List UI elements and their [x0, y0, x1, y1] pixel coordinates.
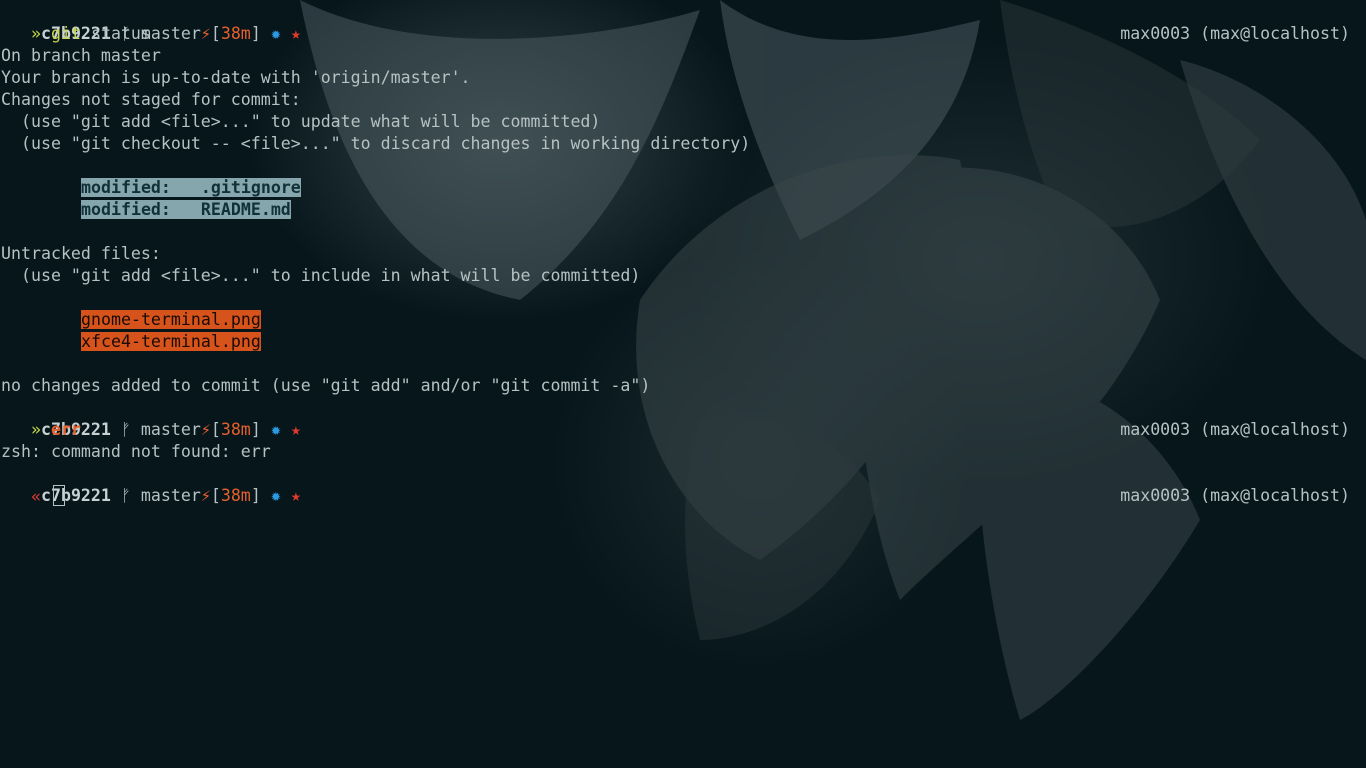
age-open-bracket: [ [210, 24, 221, 43]
dirty-indicator-icon: ✹ [270, 420, 281, 439]
star-icon: ★ [290, 24, 301, 43]
modified-file-label: modified: README.md [81, 200, 291, 219]
age-close-bracket: ] [250, 486, 261, 505]
untracked-hint: (use "git add <file>..." to include in w… [1, 266, 641, 285]
star-icon: ★ [290, 420, 301, 439]
command-name: err [50, 420, 81, 439]
output-line: On branch master [1, 46, 161, 65]
modified-file: modified: README.md [81, 199, 291, 221]
untracked-file-label: gnome-terminal.png [81, 310, 261, 329]
output-line: no changes added to commit (use "git add… [1, 376, 651, 395]
block-cursor-icon[interactable] [52, 485, 65, 506]
right-prompt-1: max0003 (max@localhost) [1120, 24, 1350, 43]
git-branch-icon: ᚠ [120, 420, 131, 439]
commit-age: 38m [220, 486, 251, 505]
git-branch-icon: ᚠ [120, 486, 131, 505]
commit-age: 38m [220, 24, 251, 43]
untracked-header: Untracked files: [1, 244, 161, 263]
prompt-arrow-icon: » [30, 420, 41, 439]
lightning-icon: ⚡ [200, 420, 211, 439]
age-open-bracket: [ [210, 420, 221, 439]
age-close-bracket: ] [250, 420, 261, 439]
modified-file-label: modified: .gitignore [81, 178, 301, 197]
output-line: Changes not staged for commit: [1, 90, 301, 109]
prompt-line-3: c7b9221 ᚠ master⚡[38m] ✹ ★ [1, 463, 301, 505]
command-line-1: » git status [1, 23, 151, 45]
untracked-file: xfce4-terminal.png [81, 331, 261, 353]
right-prompt-2: max0003 (max@localhost) [1120, 420, 1350, 439]
output-line: (use "git add <file>..." to update what … [1, 112, 601, 131]
untracked-file-label: xfce4-terminal.png [81, 332, 261, 351]
dirty-indicator-icon: ✹ [270, 24, 281, 43]
prompt-line-1: c7b9221 ᚠ master⚡[38m] ✹ ★ [1, 1, 301, 43]
output-line: (use "git checkout -- <file>..." to disc… [1, 134, 751, 153]
commit-age: 38m [220, 420, 251, 439]
star-icon: ★ [290, 486, 301, 505]
prompt-arrow-icon: » [30, 24, 41, 43]
branch-name: master [140, 486, 201, 505]
untracked-file: gnome-terminal.png [81, 309, 261, 331]
lightning-icon: ⚡ [200, 24, 211, 43]
command-args: status [80, 24, 151, 43]
dirty-indicator-icon: ✹ [270, 486, 281, 505]
right-prompt-3: max0003 (max@localhost) [1120, 486, 1350, 505]
modified-file: modified: .gitignore [81, 177, 301, 199]
command-name: git [50, 24, 81, 43]
output-line: Your branch is up-to-date with 'origin/m… [1, 68, 471, 87]
prompt-error-arrow-icon: « [30, 487, 41, 506]
prompt-line-2: c7b9221 ᚠ master⚡[38m] ✹ ★ [1, 397, 301, 439]
terminal-window[interactable]: c7b9221 ᚠ master⚡[38m] ✹ ★ » git status … [0, 0, 1366, 768]
command-line-2: » err [1, 419, 81, 441]
branch-name: master [140, 420, 201, 439]
age-close-bracket: ] [250, 24, 261, 43]
age-open-bracket: [ [210, 486, 221, 505]
input-line[interactable]: « [1, 485, 65, 507]
error-output: zsh: command not found: err [1, 442, 271, 461]
lightning-icon: ⚡ [200, 486, 211, 505]
